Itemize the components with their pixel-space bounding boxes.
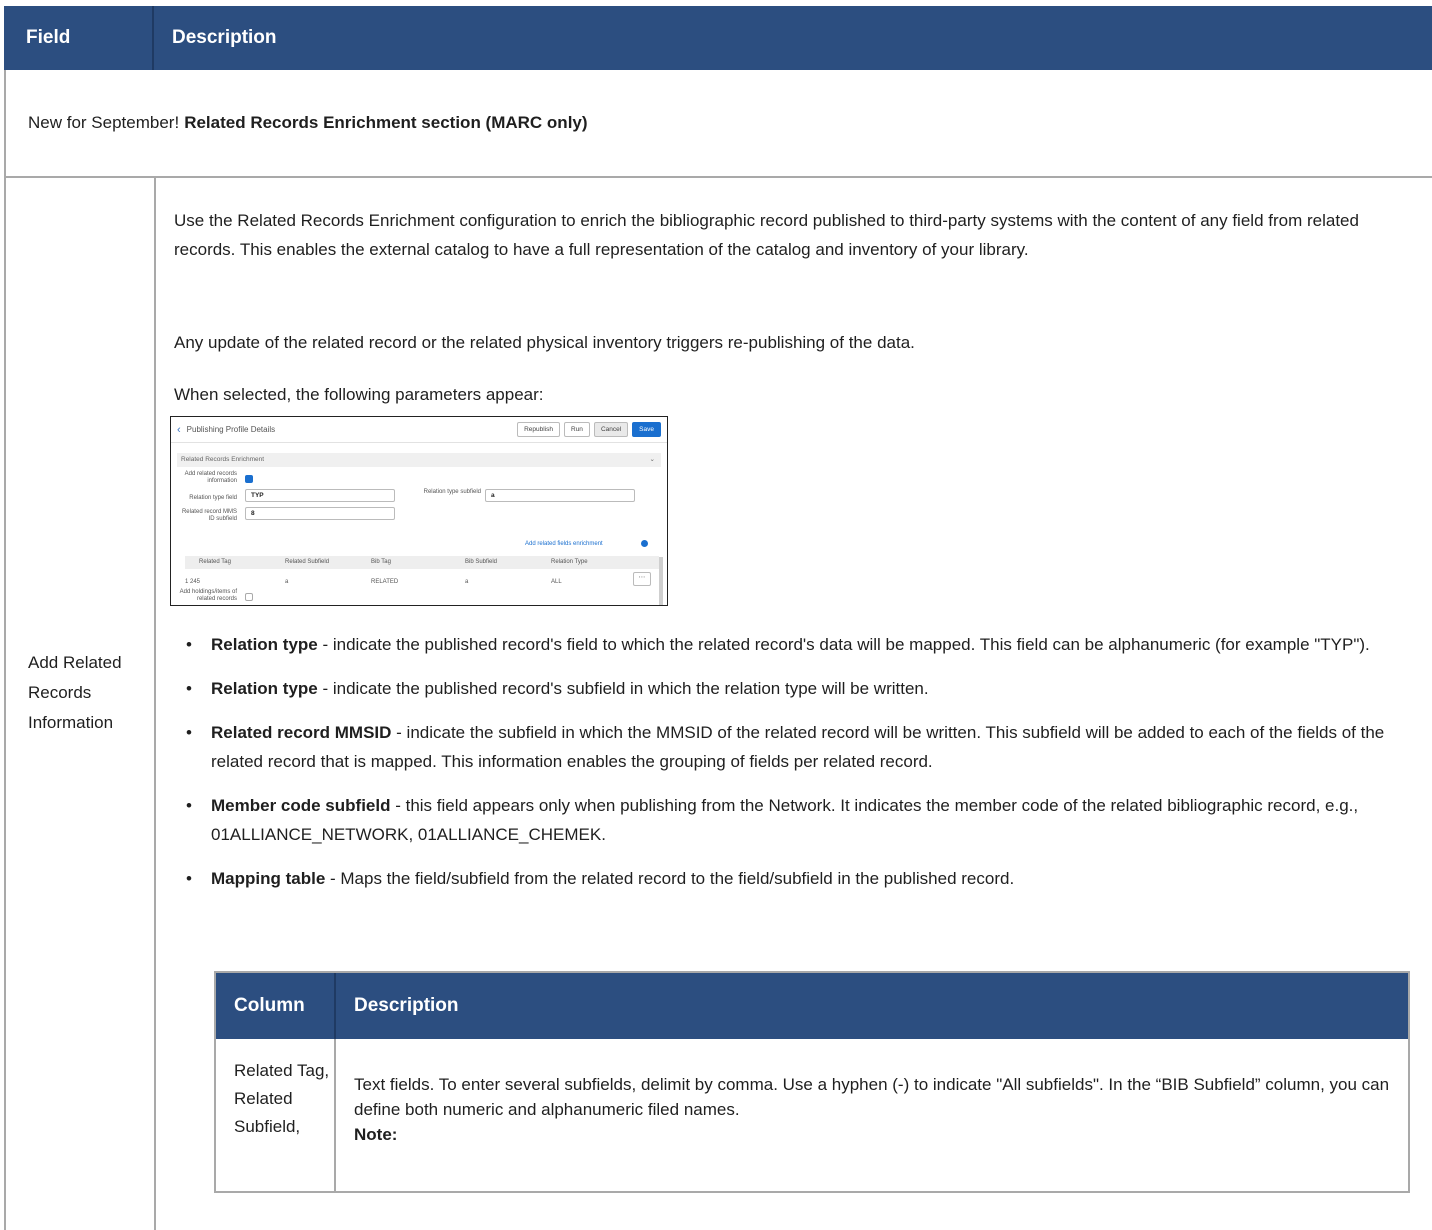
table-header: Field Description — [4, 6, 1432, 70]
relation-type-subfield-input: a — [485, 489, 635, 502]
bullet-term: Related record MMSID — [211, 723, 392, 742]
bullet-text: - indicate the published record's subfie… — [317, 679, 929, 698]
new-feature-row: New for September! Related Records Enric… — [4, 70, 1432, 178]
bullet-term: Relation type — [211, 635, 318, 654]
back-chevron-icon: ‹ — [177, 423, 181, 436]
bullet-text: - indicate the published record's field … — [317, 635, 1370, 654]
holdings-label: Add holdings/items of related records — [179, 589, 237, 602]
col-relation-type: Relation Type — [551, 559, 588, 565]
mapping-table-header: Column Description — [216, 973, 1408, 1039]
relation-type-subfield-label: Relation type subfield — [423, 489, 481, 495]
list-item: Relation type - indicate the published r… — [186, 674, 1404, 703]
mapping-table: Column Description Related Tag, Related … — [214, 971, 1410, 1193]
header-field: Field — [4, 6, 154, 70]
description-text: Text fields. To enter several subfields,… — [354, 1075, 1390, 1119]
bullet-term: Mapping table — [211, 869, 326, 888]
table-row: Related Tag, Related Subfield, Text fiel… — [216, 1039, 1408, 1193]
mmsid-label: Related record MMS ID subfield — [181, 509, 237, 522]
publishing-profile-screenshot: ‹ Publishing Profile Details Republish R… — [170, 416, 668, 606]
relation-type-field-input: TYP — [245, 489, 395, 502]
relation-type-field-label: Relation type field — [189, 495, 237, 501]
screenshot-topbar: ‹ Publishing Profile Details Republish R… — [171, 417, 667, 443]
screenshot-table-header: Related Tag Related Subfield Bib Tag Bib… — [185, 556, 659, 569]
cell-bib-tag: RELATED — [371, 579, 399, 585]
cell-related-tag: 1 245 — [185, 579, 201, 585]
cell-bib-subfield: a — [465, 579, 469, 585]
chevron-down-icon: ⌄ — [649, 456, 655, 463]
list-item: Related record MMSID - indicate the subf… — [186, 718, 1404, 776]
more-options-icon: ⋯ — [633, 572, 651, 586]
section-header: Related Records Enrichment ⌄ — [177, 453, 661, 467]
col-bib-subfield: Bib Subfield — [465, 559, 498, 565]
mmsid-input: 8 — [245, 507, 395, 520]
bullet-text: - Maps the field/subfield from the relat… — [325, 869, 1015, 888]
header-description: Description — [354, 995, 459, 1016]
add-related-label: Add related records information — [184, 471, 237, 484]
list-item: Member code subfield - this field appear… — [186, 791, 1404, 849]
list-item: Mapping table - Maps the field/subfield … — [186, 864, 1404, 893]
header-description: Description — [172, 27, 277, 48]
section-title: Related Records Enrichment — [181, 456, 265, 463]
new-feature-title: Related Records Enrichment section (MARC… — [184, 113, 588, 132]
cancel-button: Cancel — [593, 422, 629, 437]
header-column: Column — [216, 973, 336, 1039]
list-item: Relation type - indicate the published r… — [186, 630, 1404, 659]
col-related-subfield: Related Subfield — [285, 559, 330, 565]
screenshot-buttons: Republish Run Cancel Save — [517, 422, 667, 437]
bullet-term: Member code subfield — [211, 796, 391, 815]
republish-button: Republish — [517, 422, 560, 437]
add-related-fields-link: Add related fields enrichment — [525, 541, 603, 547]
scrollbar — [659, 557, 663, 605]
paragraph: Any update of the related record or the … — [174, 333, 915, 352]
run-button: Run — [564, 422, 590, 437]
column-divider — [334, 1039, 336, 1193]
paragraph: When selected, the following parameters … — [174, 385, 544, 404]
cell-description: Text fields. To enter several subfields,… — [354, 1072, 1394, 1147]
field-label: Add Related Records Information — [28, 653, 122, 732]
note-label: Note: — [354, 1125, 398, 1144]
save-button: Save — [632, 422, 661, 437]
parameter-list: Relation type - indicate the published r… — [186, 630, 1404, 908]
column-divider — [154, 178, 156, 1230]
cell-related-subfield: a — [285, 579, 289, 585]
col-related-tag: Related Tag — [199, 559, 231, 565]
screenshot-title: Publishing Profile Details — [186, 425, 276, 434]
bullet-term: Relation type — [211, 679, 318, 698]
new-feature-prefix: New for September! — [28, 113, 180, 132]
cell-relation-type: ALL — [551, 579, 562, 585]
col-bib-tag: Bib Tag — [371, 559, 391, 565]
add-related-checkbox — [245, 475, 253, 483]
gear-icon — [641, 540, 648, 547]
holdings-checkbox — [245, 593, 253, 601]
cell-column: Related Tag, Related Subfield, — [234, 1061, 330, 1136]
paragraph: Use the Related Records Enrichment confi… — [174, 211, 1359, 259]
